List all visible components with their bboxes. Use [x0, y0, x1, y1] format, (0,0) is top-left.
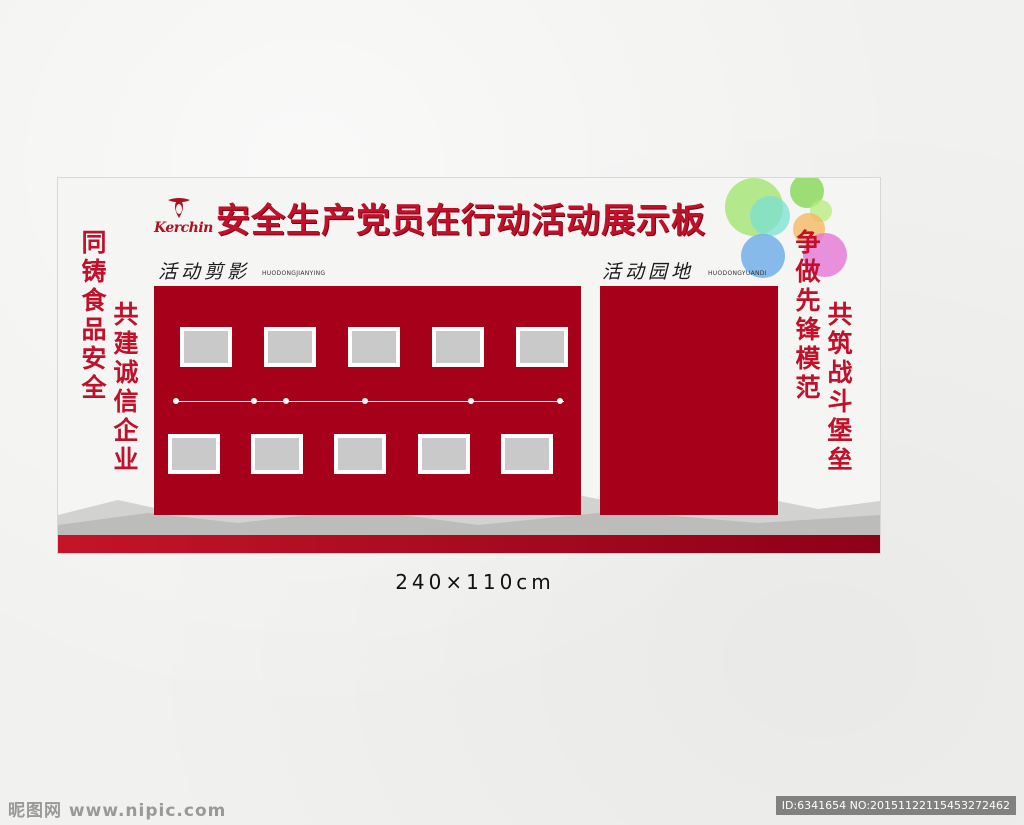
- timeline-dot: [283, 398, 289, 404]
- size-label: 240×110cm: [395, 570, 555, 594]
- left-slogan-1: 同铸食品安全: [81, 228, 107, 402]
- photo-frame: [516, 327, 568, 367]
- section-1-label: 活动剪影: [158, 261, 251, 283]
- photo-frame: [168, 434, 220, 474]
- timeline-dot: [251, 398, 257, 404]
- timeline-dot: [173, 398, 179, 404]
- section-1-sub: HUODONGJIANYING: [262, 270, 326, 277]
- right-slogan-2: 共筑战斗堡垒: [827, 300, 853, 474]
- watermark-left: 昵图网 www.nipic.com: [8, 801, 227, 821]
- watermark-right: ID:6341654 NO:20151122115453272462: [775, 796, 1016, 815]
- photo-frame: [348, 327, 400, 367]
- photo-frame: [501, 434, 553, 474]
- display-board: Kerchin 安全生产党员在行动活动展示板 同铸食品安全 共建诚信企业 争做先…: [57, 177, 881, 554]
- photo-panel: [154, 286, 581, 515]
- activity-panel: [600, 286, 778, 515]
- timeline-dot: [557, 398, 563, 404]
- logo-text: Kerchin: [154, 220, 213, 236]
- photo-frame: [180, 327, 232, 367]
- photo-frame: [418, 434, 470, 474]
- timeline-dot: [362, 398, 368, 404]
- photo-frame: [264, 327, 316, 367]
- photo-frame: [334, 434, 386, 474]
- timeline-line: [173, 398, 564, 404]
- decor-bubble-teal: [750, 196, 790, 236]
- right-slogan-1: 争做先锋模范: [795, 228, 821, 402]
- photo-frame: [251, 434, 303, 474]
- photo-frame: [432, 327, 484, 367]
- section-2-label: 活动园地: [602, 261, 695, 283]
- company-logo: Kerchin: [154, 198, 214, 238]
- board-title: 安全生产党员在行动活动展示板: [216, 201, 706, 241]
- left-slogan-2: 共建诚信企业: [113, 300, 139, 474]
- timeline-dot: [468, 398, 474, 404]
- section-2-sub: HUODONGYUANDI: [708, 270, 767, 277]
- bottom-red-bar: [58, 535, 880, 553]
- logo-mark-icon: [168, 198, 190, 218]
